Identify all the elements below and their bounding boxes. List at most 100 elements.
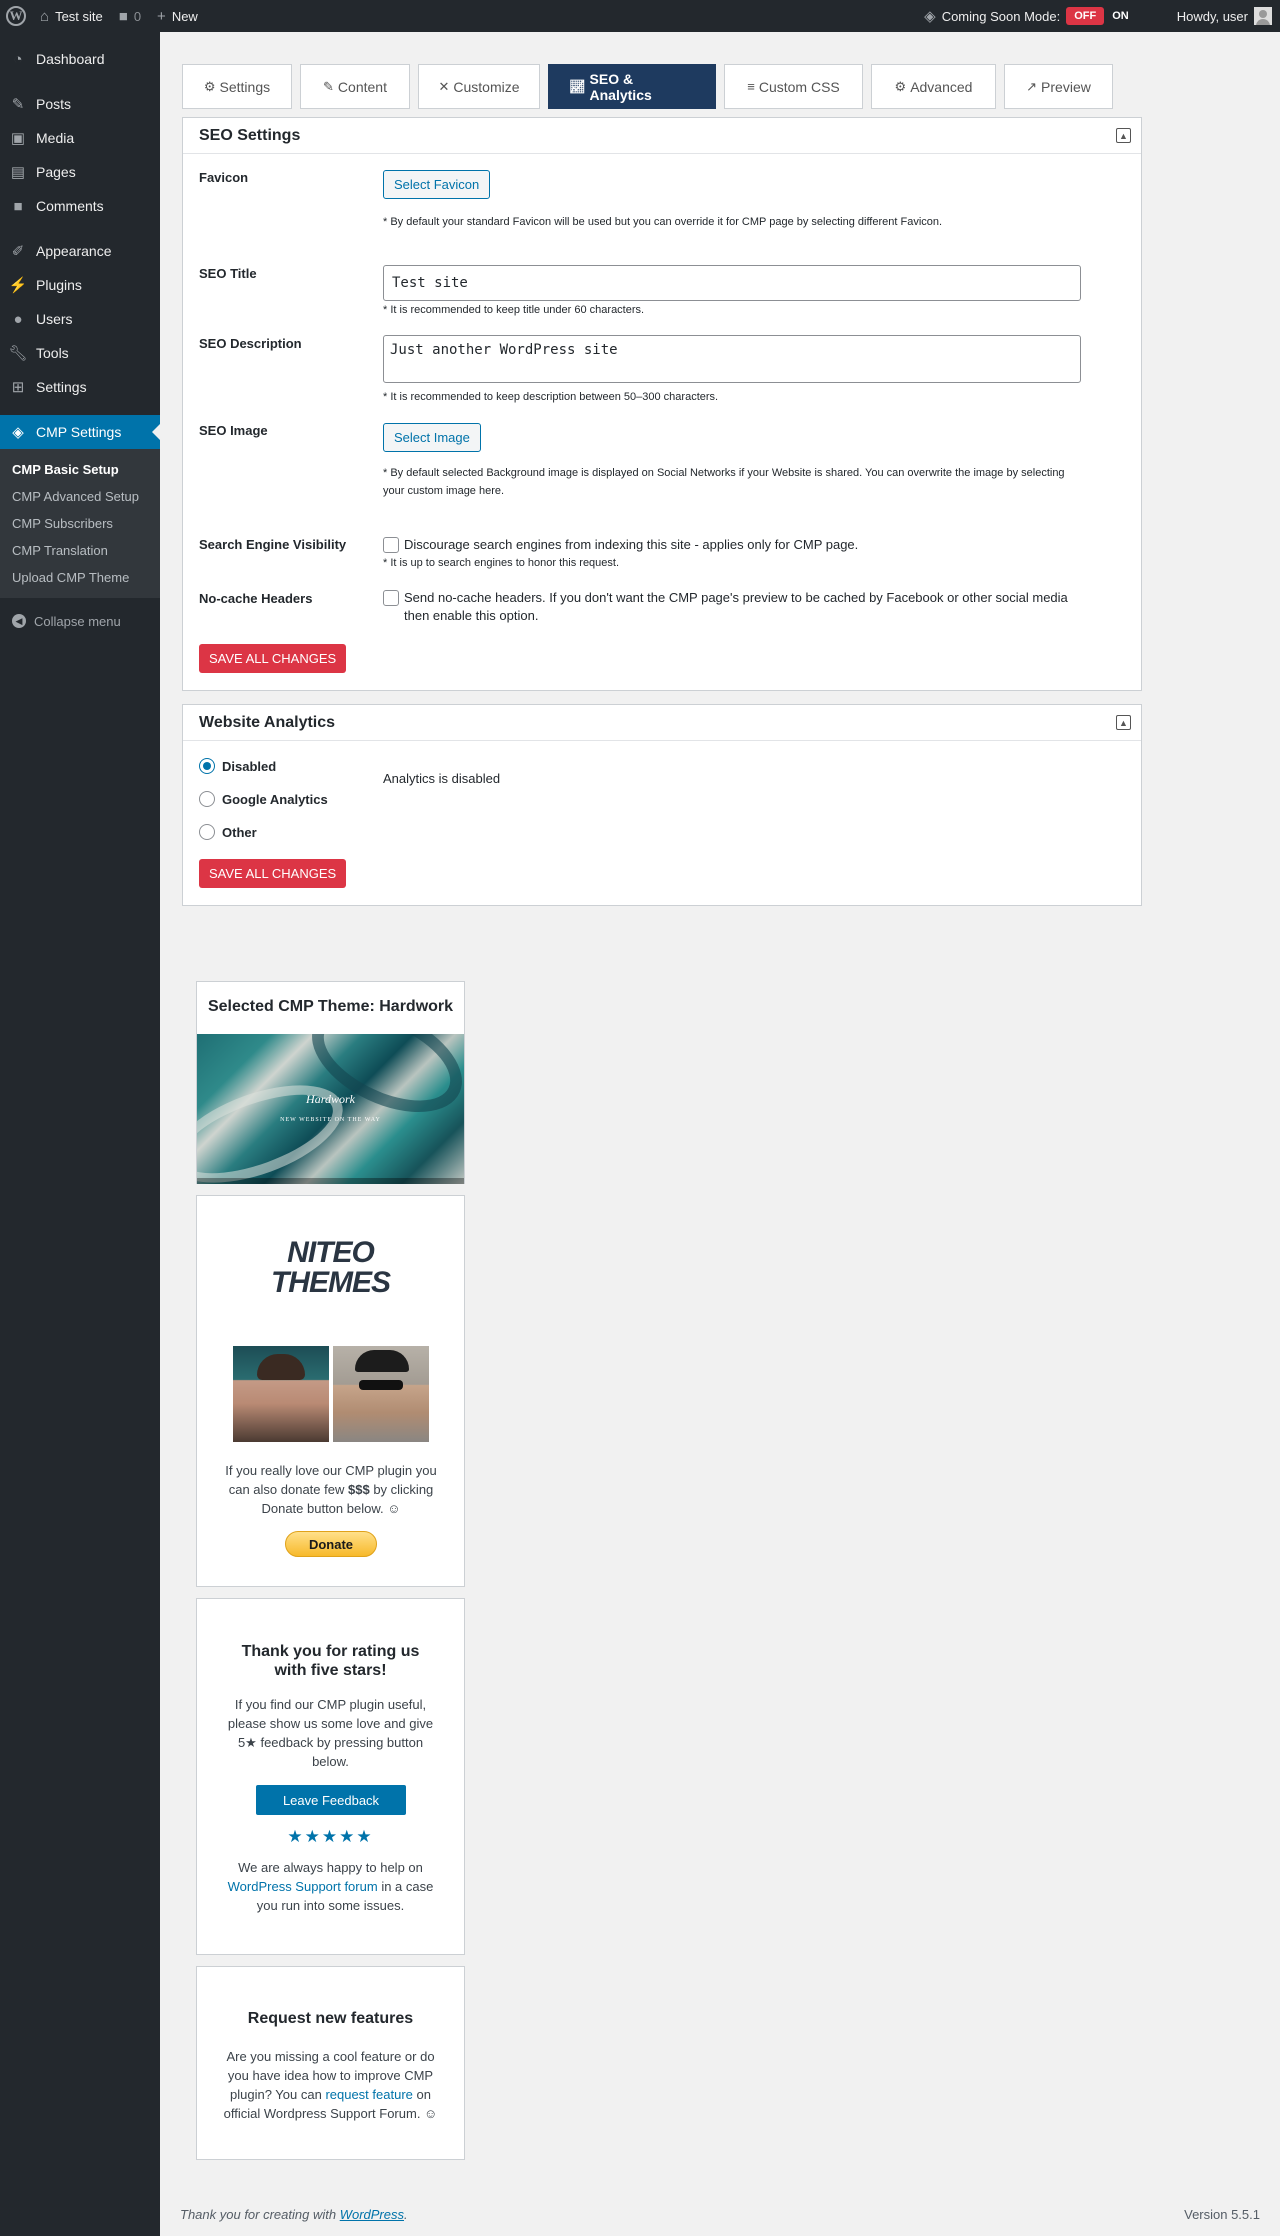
edit-icon: ✎ xyxy=(323,78,334,94)
search-engine-visibility-text: Discourage search engines from indexing … xyxy=(404,537,859,552)
rating-text-2: feedback by pressing button below. xyxy=(260,1735,424,1769)
comment-bubble-icon: ■ xyxy=(118,7,128,25)
tab-label: Settings xyxy=(219,78,271,95)
theme-title: Selected CMP Theme: Hardwork xyxy=(207,998,454,1015)
theme-tagline: NEW WEBSITE ON THE WAY xyxy=(280,1117,381,1123)
search-engine-visibility-checkbox[interactable] xyxy=(383,537,399,553)
collapse-menu-button[interactable]: ◀ Collapse menu xyxy=(0,604,160,638)
media-icon: ▣ xyxy=(10,130,26,147)
sidebar-item-users[interactable]: ● Users xyxy=(0,302,160,336)
tab-settings[interactable]: ⚙ Settings xyxy=(182,64,292,109)
radio-other[interactable] xyxy=(199,824,215,840)
sidebar-item-cmp-settings[interactable]: ◈ CMP Settings xyxy=(0,415,160,449)
wordpress-link[interactable]: WordPress xyxy=(340,2207,404,2222)
founder-photo-2 xyxy=(333,1346,429,1442)
tab-label: SEO & Analytics xyxy=(589,70,652,103)
sidebar-item-label: Dashboard xyxy=(36,51,105,67)
cmp-cube-icon: ◈ xyxy=(924,8,936,25)
niteo-themes-logo: NITEO THEMES xyxy=(197,1238,464,1298)
seo-description-note: * It is recommended to keep description … xyxy=(383,391,719,403)
tab-advanced[interactable]: ⚙ Advanced xyxy=(871,64,996,109)
donate-widget: NITEO THEMES If you really love our CMP … xyxy=(196,1195,465,1587)
toggle-on[interactable]: ON xyxy=(1104,7,1137,25)
donate-money: $$$ xyxy=(347,1482,370,1497)
sidebar-item-label: Plugins xyxy=(36,277,82,293)
account-menu[interactable]: Howdy, user xyxy=(1169,0,1280,32)
theme-preview-image[interactable]: Hardwork NEW WEBSITE ON THE WAY xyxy=(197,1034,464,1184)
favicon-label: Favicon xyxy=(199,170,249,185)
seo-title-input[interactable]: Test site xyxy=(383,265,1081,301)
submenu-item-translation[interactable]: CMP Translation xyxy=(0,537,160,564)
search-engine-visibility-note: * It is up to search engines to honor th… xyxy=(383,557,620,569)
collapse-panel-icon[interactable]: ▲ xyxy=(1116,128,1131,143)
tab-seo-analytics[interactable]: 📈︎ SEO & Analytics xyxy=(548,64,716,109)
submenu-item-subscribers[interactable]: CMP Subscribers xyxy=(0,510,160,537)
tab-label: Content xyxy=(337,78,387,95)
site-name-link[interactable]: ⌂ Test site xyxy=(32,0,111,32)
no-cache-headers-field: Send no-cache headers. If you don't want… xyxy=(383,589,1083,625)
brush-icon: ✐ xyxy=(11,243,25,260)
sidebar-item-settings[interactable]: ⊞ Settings xyxy=(0,370,160,404)
radio-label: Other xyxy=(222,824,257,840)
request-features-widget: Request new features Are you missing a c… xyxy=(196,1966,465,2160)
collapse-panel-icon[interactable]: ▲ xyxy=(1116,715,1131,730)
leave-feedback-button[interactable]: Leave Feedback xyxy=(256,1785,406,1815)
submenu-item-upload-theme[interactable]: Upload CMP Theme xyxy=(0,564,160,591)
radio-disabled[interactable] xyxy=(199,758,215,774)
analytics-option-other[interactable]: Other xyxy=(199,824,257,840)
support-forum-link[interactable]: WordPress Support forum xyxy=(228,1879,378,1894)
collapse-arrow-icon: ◀ xyxy=(12,614,26,628)
radio-label: Disabled xyxy=(222,758,277,774)
help-text-1: We are always happy to help on xyxy=(238,1860,423,1875)
no-cache-headers-checkbox[interactable] xyxy=(383,590,399,606)
radio-google-analytics[interactable] xyxy=(199,791,215,807)
coming-soon-toggle[interactable]: ◈ Coming Soon Mode: OFF ON xyxy=(916,0,1169,32)
analytics-status: Analytics is disabled xyxy=(383,771,501,786)
sidebar-item-appearance[interactable]: ✐ Appearance xyxy=(0,234,160,268)
chart-icon: 📈︎ xyxy=(569,78,586,94)
sidebar-item-tools[interactable]: 🔧︎ Tools xyxy=(0,336,160,370)
panel-header: Website Analytics ▲ xyxy=(183,705,1141,741)
donate-button[interactable]: Donate xyxy=(285,1531,377,1557)
footer-thanks: Thank you for creating with WordPress. xyxy=(180,2207,408,2222)
avatar xyxy=(1254,7,1272,25)
tab-content[interactable]: ✎ Content xyxy=(300,64,410,109)
selected-theme-widget: Selected CMP Theme: Hardwork Hardwork NE… xyxy=(196,981,465,1184)
submenu-item-basic-setup[interactable]: CMP Basic Setup xyxy=(0,456,160,483)
sidebar-item-dashboard[interactable]: ◔ Dashboard xyxy=(0,42,160,76)
gear-icon: ⚙ xyxy=(203,78,216,94)
new-content-link[interactable]: + New xyxy=(149,0,206,32)
tab-custom-css[interactable]: ≡ Custom CSS xyxy=(724,64,863,109)
features-text: Are you missing a cool feature or do you… xyxy=(221,2047,440,2123)
save-all-changes-button[interactable]: SAVE ALL CHANGES xyxy=(199,859,347,888)
sidebar-item-label: Appearance xyxy=(36,243,112,259)
select-image-button[interactable]: Select Image xyxy=(383,423,481,452)
tab-customize[interactable]: ✕ Customize xyxy=(418,64,540,109)
toggle-off[interactable]: OFF xyxy=(1066,7,1105,25)
seo-title-label: SEO Title xyxy=(199,266,257,281)
favicon-note: * By default your standard Favicon will … xyxy=(383,216,943,228)
select-favicon-button[interactable]: Select Favicon xyxy=(383,170,491,199)
save-all-changes-button[interactable]: SAVE ALL CHANGES xyxy=(199,644,347,673)
sidebar-item-comments[interactable]: ■ Comments xyxy=(0,189,160,223)
tab-label: Preview xyxy=(1041,78,1091,95)
comments-count: 0 xyxy=(133,8,142,24)
comments-link[interactable]: ■ 0 xyxy=(111,0,149,32)
admin-bar: W ⌂ Test site ■ 0 + New ◈ Coming Soon Mo… xyxy=(0,0,1280,32)
coming-soon-label: Coming Soon Mode: xyxy=(941,8,1061,24)
analytics-option-disabled[interactable]: Disabled xyxy=(199,758,276,774)
sidebar-item-pages[interactable]: ▤ Pages xyxy=(0,155,160,189)
tab-label: Customize xyxy=(453,78,520,95)
rating-widget: Thank you for rating us with five stars!… xyxy=(196,1598,465,1955)
sidebar-item-media[interactable]: ▣ Media xyxy=(0,121,160,155)
users-icon: ● xyxy=(13,310,23,328)
tab-preview[interactable]: ↗ Preview xyxy=(1004,64,1113,109)
seo-description-textarea[interactable]: Just another WordPress site xyxy=(383,335,1081,383)
wrench-icon: 🔧︎ xyxy=(8,345,28,362)
submenu-item-advanced-setup[interactable]: CMP Advanced Setup xyxy=(0,483,160,510)
sidebar-item-posts[interactable]: ✎ Posts xyxy=(0,87,160,121)
wordpress-logo-icon[interactable]: W xyxy=(0,0,32,32)
analytics-option-google[interactable]: Google Analytics xyxy=(199,791,328,807)
sidebar-item-plugins[interactable]: ⚡ Plugins xyxy=(0,268,160,302)
request-feature-link[interactable]: request feature xyxy=(325,2087,412,2102)
